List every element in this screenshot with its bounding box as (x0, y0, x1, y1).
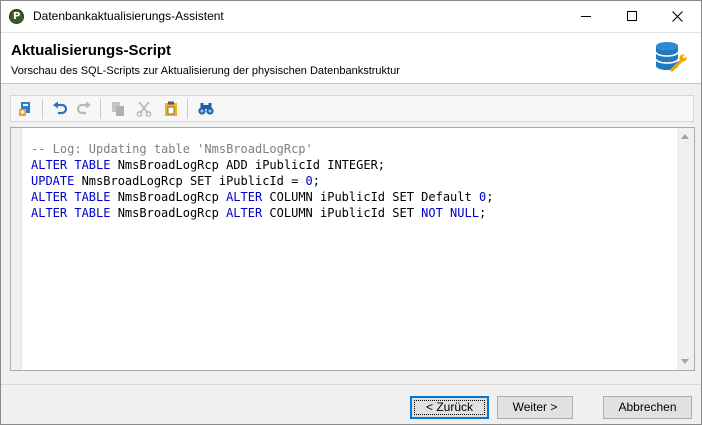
cut-icon (136, 101, 152, 117)
scroll-down-icon[interactable] (681, 359, 689, 364)
back-button-label: < Zurück (425, 400, 473, 414)
wizard-header: Aktualisierungs-Script Vorschau des SQL-… (1, 32, 701, 84)
find-button[interactable] (195, 98, 217, 120)
minimize-button[interactable] (563, 1, 609, 32)
paste-button[interactable] (160, 98, 182, 120)
find-icon (198, 103, 214, 115)
code-line: -- Log: Updating table 'NmsBroadLogRcp' (31, 141, 671, 157)
cancel-button[interactable]: Abbrechen (603, 396, 692, 419)
close-button[interactable] (655, 1, 701, 32)
copy-icon (112, 102, 124, 116)
editor-gutter (11, 128, 22, 370)
vertical-scrollbar[interactable] (677, 128, 694, 370)
copy-button[interactable] (107, 98, 129, 120)
back-button[interactable]: < Zurück (410, 396, 489, 419)
code-line: ALTER TABLE NmsBroadLogRcp ALTER COLUMN … (31, 189, 671, 205)
sql-keyword: 0 (305, 174, 313, 188)
sql-keyword: ALTER (226, 206, 263, 220)
code-line: ALTER TABLE NmsBroadLogRcp ALTER COLUMN … (31, 205, 671, 221)
maximize-icon (627, 11, 637, 21)
redo-icon (76, 101, 91, 115)
cancel-button-label: Abbrechen (618, 400, 677, 414)
close-icon (672, 11, 683, 22)
undo-icon (53, 101, 68, 115)
maximize-button[interactable] (609, 1, 655, 32)
save-script-icon (19, 102, 30, 116)
page-subtitle: Vorschau des SQL-Scripts zur Aktualisier… (11, 65, 400, 77)
window-title: Datenbankaktualisierungs-Assistent (33, 9, 224, 23)
toolbar-separator (187, 99, 188, 119)
sql-keyword: NOT NULL (421, 206, 479, 220)
wizard-window: P Datenbankaktualisierungs-Assistent Akt… (0, 0, 702, 425)
title-bar[interactable]: P Datenbankaktualisierungs-Assistent (1, 1, 701, 32)
cut-button[interactable] (133, 98, 155, 120)
sql-keyword: UPDATE (31, 174, 75, 188)
sql-text: ; (478, 206, 487, 220)
next-button[interactable]: Weiter > (497, 396, 573, 419)
redo-button[interactable] (73, 98, 95, 120)
toolbar-separator (100, 99, 101, 119)
minimize-icon (581, 16, 591, 17)
sql-keyword: ALTER TABLE (31, 206, 111, 220)
sql-keyword: ALTER TABLE (31, 190, 111, 204)
sql-text: COLUMN iPublicId SET (262, 206, 422, 220)
database-wrench-icon (655, 42, 687, 72)
app-icon: P (9, 9, 24, 24)
next-button-label: Weiter > (512, 400, 558, 414)
sql-text: NmsBroadLogRcp ADD iPublicId INTEGER; (110, 158, 386, 172)
sql-text: NmsBroadLogRcp (110, 190, 227, 204)
page-title: Aktualisierungs-Script (11, 42, 172, 59)
paste-icon (165, 101, 177, 116)
toolbar-separator (42, 99, 43, 119)
save-script-button[interactable] (15, 98, 37, 120)
scroll-up-icon[interactable] (681, 134, 689, 139)
sql-text: NmsBroadLogRcp (110, 206, 227, 220)
sql-keyword: ALTER (226, 190, 263, 204)
sql-keyword: ALTER TABLE (31, 158, 111, 172)
sql-text: ; (486, 190, 494, 204)
code-line: ALTER TABLE NmsBroadLogRcp ADD iPublicId… (31, 157, 671, 173)
sql-text: ; (312, 174, 321, 188)
sql-script-editor[interactable]: -- Log: Updating table 'NmsBroadLogRcp' A… (10, 127, 695, 371)
sql-code[interactable]: -- Log: Updating table 'NmsBroadLogRcp' A… (31, 141, 671, 221)
footer-divider (1, 384, 701, 385)
sql-comment: -- Log: Updating table 'NmsBroadLogRcp' (31, 142, 313, 156)
undo-button[interactable] (49, 98, 71, 120)
sql-text: COLUMN iPublicId SET Default (262, 190, 479, 204)
editor-toolbar (10, 95, 694, 122)
code-line: UPDATE NmsBroadLogRcp SET iPublicId = 0; (31, 173, 671, 189)
sql-text: NmsBroadLogRcp SET iPublicId = (74, 174, 306, 188)
